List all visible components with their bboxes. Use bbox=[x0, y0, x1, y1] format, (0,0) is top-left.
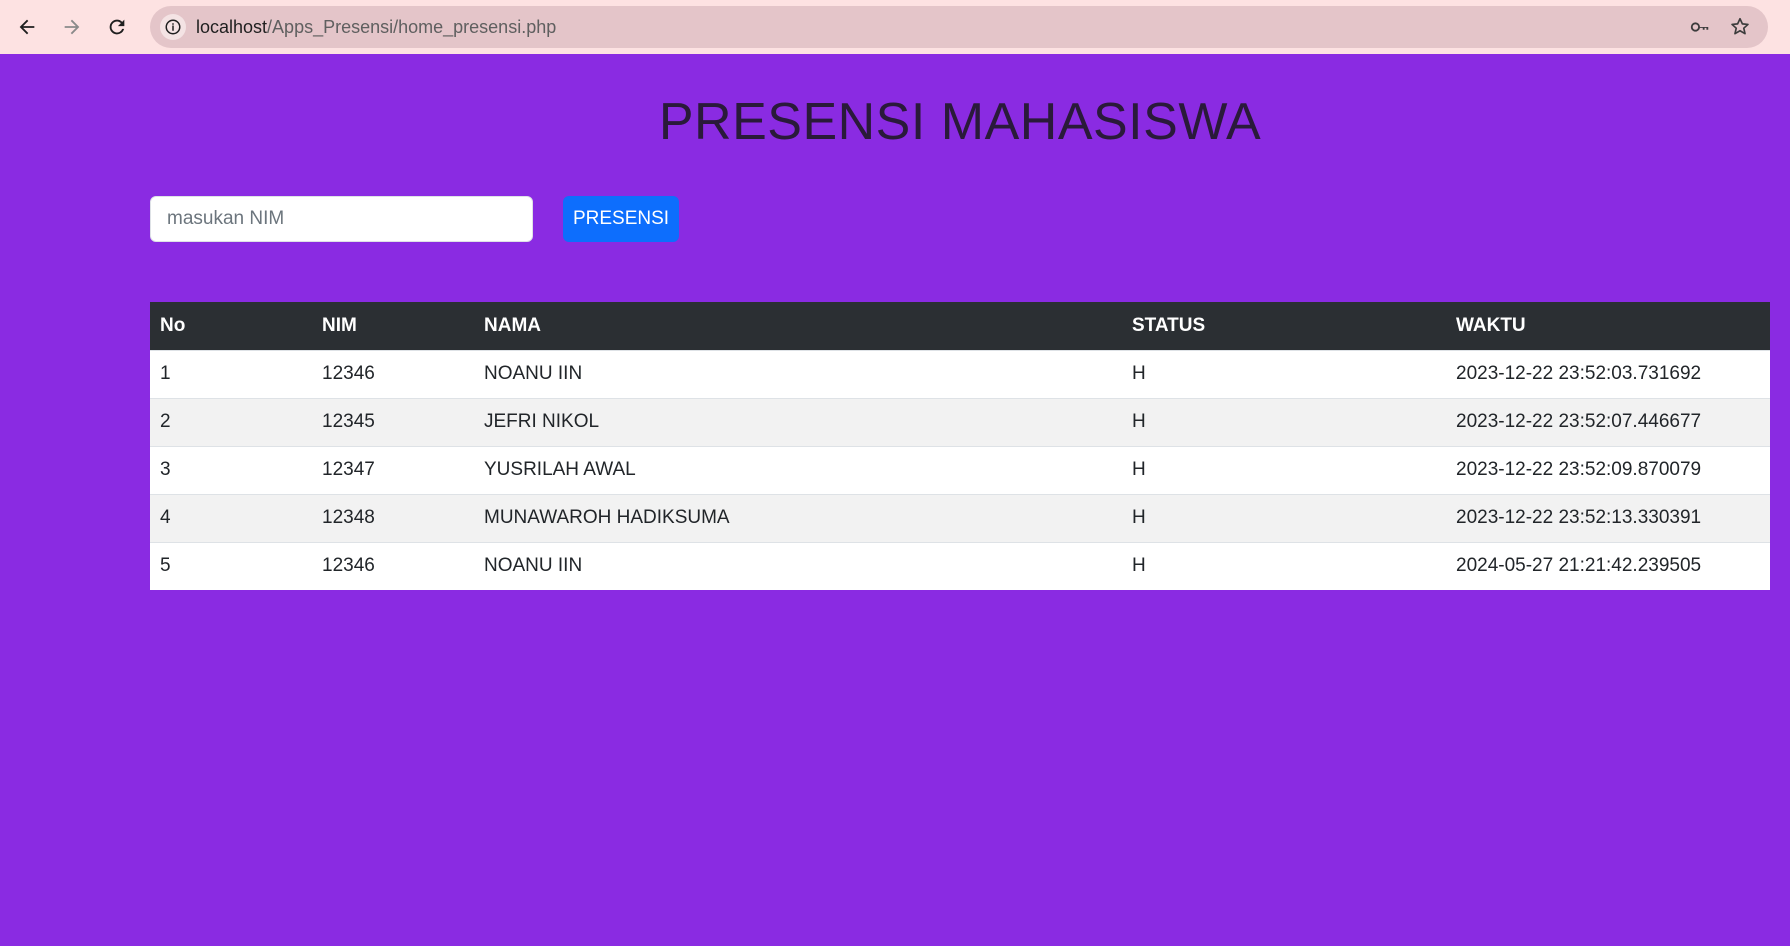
cell-no: 4 bbox=[150, 493, 312, 542]
table-row: 5 12346 NOANU IIN H 2024-05-27 21:21:42.… bbox=[150, 541, 1770, 590]
reload-icon[interactable] bbox=[100, 10, 134, 44]
cell-nama: MUNAWAROH HADIKSUMA bbox=[474, 493, 1122, 542]
cell-nim: 12347 bbox=[312, 445, 474, 494]
browser-toolbar: localhost/Apps_Presensi/home_presensi.ph… bbox=[0, 0, 1790, 54]
table-row: 2 12345 JEFRI NIKOL H 2023-12-22 23:52:0… bbox=[150, 397, 1770, 446]
presensi-button[interactable]: PRESENSI bbox=[563, 196, 679, 242]
cell-status: H bbox=[1122, 493, 1446, 542]
cell-nim: 12345 bbox=[312, 397, 474, 446]
cell-waktu: 2023-12-22 23:52:09.870079 bbox=[1446, 445, 1770, 494]
cell-nim: 12346 bbox=[312, 349, 474, 398]
url-host: localhost bbox=[196, 17, 268, 37]
cell-nama: NOANU IIN bbox=[474, 541, 1122, 590]
cell-waktu: 2023-12-22 23:52:13.330391 bbox=[1446, 493, 1770, 542]
info-icon[interactable] bbox=[160, 14, 186, 40]
attendance-table: No NIM NAMA STATUS WAKTU 1 12346 NOANU I… bbox=[150, 302, 1770, 590]
header-nim: NIM bbox=[312, 302, 474, 350]
nim-input[interactable] bbox=[150, 196, 533, 242]
cell-nama: NOANU IIN bbox=[474, 349, 1122, 398]
cell-no: 5 bbox=[150, 541, 312, 590]
url-text[interactable]: localhost/Apps_Presensi/home_presensi.ph… bbox=[196, 6, 556, 48]
header-waktu: WAKTU bbox=[1446, 302, 1770, 350]
table-row: 1 12346 NOANU IIN H 2023-12-22 23:52:03.… bbox=[150, 349, 1770, 398]
header-status: STATUS bbox=[1122, 302, 1446, 350]
star-icon[interactable] bbox=[1727, 14, 1753, 40]
header-no: No bbox=[150, 302, 312, 350]
cell-waktu: 2023-12-22 23:52:03.731692 bbox=[1446, 349, 1770, 398]
table-row: 3 12347 YUSRILAH AWAL H 2023-12-22 23:52… bbox=[150, 445, 1770, 494]
cell-no: 2 bbox=[150, 397, 312, 446]
cell-nim: 12348 bbox=[312, 493, 474, 542]
cell-status: H bbox=[1122, 445, 1446, 494]
cell-no: 3 bbox=[150, 445, 312, 494]
cell-waktu: 2024-05-27 21:21:42.239505 bbox=[1446, 541, 1770, 590]
cell-status: H bbox=[1122, 397, 1446, 446]
cell-nama: YUSRILAH AWAL bbox=[474, 445, 1122, 494]
url-path: /Apps_Presensi/home_presensi.php bbox=[267, 17, 557, 37]
cell-nama: JEFRI NIKOL bbox=[474, 397, 1122, 446]
table-header-row: No NIM NAMA STATUS WAKTU bbox=[150, 302, 1770, 350]
cell-status: H bbox=[1122, 349, 1446, 398]
cell-waktu: 2023-12-22 23:52:07.446677 bbox=[1446, 397, 1770, 446]
cell-nim: 12346 bbox=[312, 541, 474, 590]
cell-status: H bbox=[1122, 541, 1446, 590]
page-title: PRESENSI MAHASISWA bbox=[658, 93, 1262, 151]
address-bar[interactable]: localhost/Apps_Presensi/home_presensi.ph… bbox=[150, 6, 1768, 48]
header-nama: NAMA bbox=[474, 302, 1122, 350]
table-row: 4 12348 MUNAWAROH HADIKSUMA H 2023-12-22… bbox=[150, 493, 1770, 542]
arrow-left-icon[interactable] bbox=[10, 10, 44, 44]
arrow-right-icon[interactable] bbox=[55, 10, 89, 44]
key-icon[interactable] bbox=[1687, 14, 1713, 40]
cell-no: 1 bbox=[150, 349, 312, 398]
